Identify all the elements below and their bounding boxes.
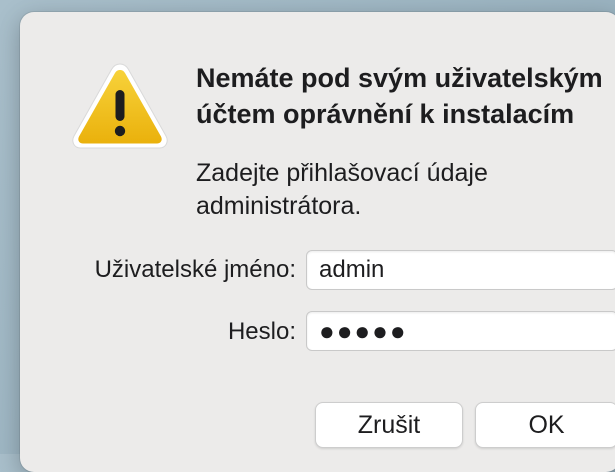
auth-dialog: Nemáte pod svým uživatelským účtem opráv… xyxy=(20,12,615,472)
cancel-button[interactable]: Zrušit xyxy=(315,402,463,448)
ok-button[interactable]: OK xyxy=(475,402,615,448)
password-field[interactable]: ●●●●● xyxy=(306,311,615,351)
password-label: Heslo: xyxy=(227,318,296,345)
username-label: Uživatelské jméno: xyxy=(94,256,296,283)
username-value: admin xyxy=(319,256,385,283)
warning-icon xyxy=(72,63,168,149)
dialog-message: Zadejte přihlašovací údaje administrátor… xyxy=(196,159,488,220)
password-value: ●●●●● xyxy=(319,316,408,346)
username-field[interactable]: admin xyxy=(306,250,615,290)
dialog-title: Nemáte pod svým uživatelským účtem opráv… xyxy=(196,63,603,129)
